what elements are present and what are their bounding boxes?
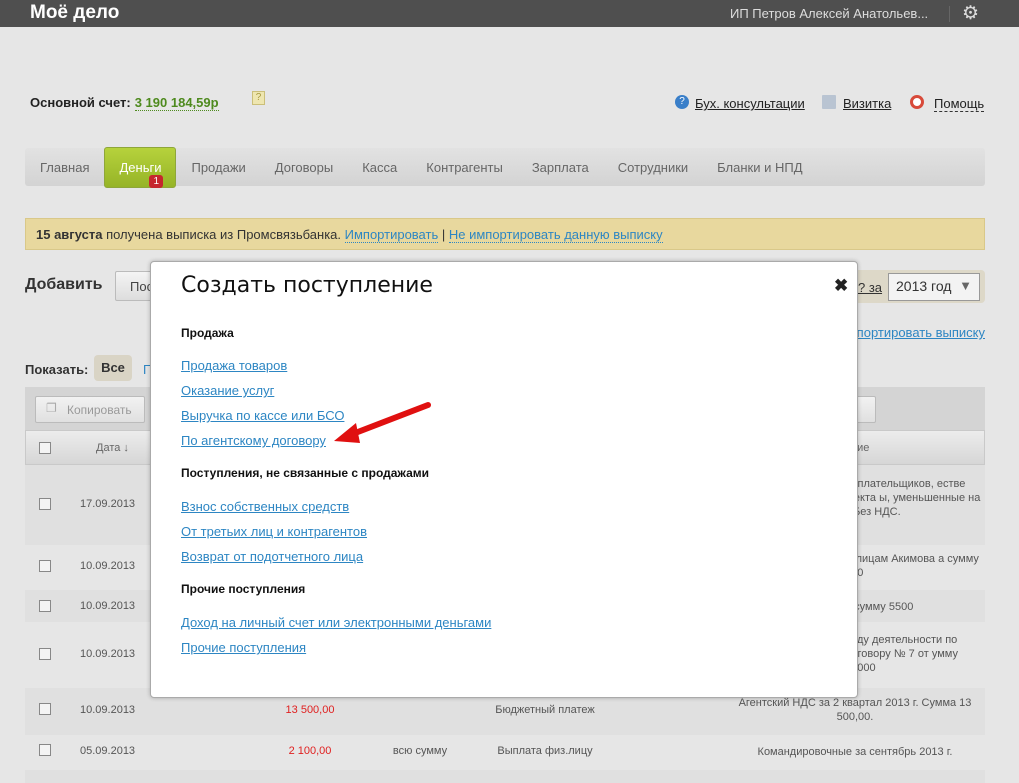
separator: | [438, 227, 449, 242]
link-accountable-return[interactable]: Возврат от подотчетного лица [181, 549, 363, 564]
row-description: Командировочные за сентябрь 2013 г. [757, 746, 953, 758]
copy-label: Копировать [67, 403, 132, 417]
row-description: а сумму 5500 [845, 601, 914, 613]
card-link[interactable]: Визитка [843, 96, 891, 111]
add-label: Добавить [25, 276, 103, 293]
gear-icon[interactable]: ⚙ [962, 2, 979, 25]
link-other-income[interactable]: Прочие поступления [181, 640, 306, 655]
consult-link[interactable]: Бух. консультации [695, 96, 805, 111]
link-third-parties[interactable]: От третьих лиц и контрагентов [181, 524, 367, 539]
section-other: Прочие поступления [181, 582, 306, 596]
row-sum: 2 100,00 [288, 745, 332, 757]
row-part: всю сумму [392, 745, 448, 757]
help-icon[interactable]: ? [252, 91, 265, 105]
row-checkbox[interactable] [39, 648, 51, 660]
tab-employees[interactable]: Сотрудники [618, 160, 688, 175]
year-select[interactable]: 2013 год ▼ [888, 273, 980, 301]
row-description: Агентский НДС за 2 квартал 2013 г. Сумма… [738, 697, 972, 723]
skip-import-link[interactable]: Не импортировать данную выписку [448, 227, 663, 243]
dialog-title: Создать поступление [181, 273, 433, 298]
row-checkbox[interactable] [39, 560, 51, 572]
statement-notice: 15 августа получена выписка из Промсвязь… [25, 218, 985, 250]
account-balance: Основной счет: 3 190 184,59р [30, 95, 219, 111]
col-date[interactable]: Дата ↓ [96, 442, 129, 454]
tab-main[interactable]: Главная [40, 160, 89, 175]
select-all-checkbox[interactable] [39, 442, 51, 454]
notice-text: получена выписка из Промсвязьбанка. [102, 227, 345, 242]
section-sales: Продажа [181, 326, 234, 340]
account-label: Основной счет: [30, 95, 131, 110]
row-description: виду деятельности по договору № 7 от умм… [845, 634, 958, 674]
row-date: 05.09.2013 [80, 745, 136, 757]
tab-label: Деньги [119, 159, 162, 175]
row-checkbox[interactable] [39, 498, 51, 510]
logo[interactable]: Моё дело [30, 2, 119, 24]
close-icon[interactable]: ✖ [834, 276, 848, 296]
tab-counterparties[interactable]: Контрагенты [426, 160, 503, 175]
link-services[interactable]: Оказание услуг [181, 383, 274, 398]
link-goods-sale[interactable]: Продажа товаров [181, 358, 287, 373]
red-arrow-annotation [334, 402, 431, 443]
row-checkbox[interactable] [39, 744, 51, 756]
help-link[interactable]: Помощь [934, 96, 985, 112]
copy-icon: ❐ [46, 401, 57, 415]
tab-contracts[interactable]: Договоры [275, 160, 333, 175]
row-type: Бюджетный платеж [495, 704, 595, 716]
account-value[interactable]: 3 190 184,59р [134, 95, 219, 111]
tab-money[interactable]: Деньги 1 [104, 146, 177, 188]
import-link[interactable]: Импортировать [344, 227, 439, 243]
lifebuoy-icon [910, 95, 924, 109]
table-row[interactable]: 05.09.2013 2 100,00 всю сумму Выплата физ.л… [25, 735, 985, 770]
tab-forms[interactable]: Бланки и НПД [717, 160, 802, 175]
row-type: Выплата физ.лицу [497, 745, 593, 757]
row-checkbox[interactable] [39, 703, 51, 715]
copy-button[interactable]: ❐ Копировать [35, 396, 145, 423]
notification-badge: 1 [149, 174, 164, 188]
tab-cash[interactable]: Касса [362, 160, 397, 175]
row-sum: 13 500,00 [285, 704, 335, 716]
section-non-sales: Поступления, не связанные с продажами [181, 466, 430, 480]
tab-sales[interactable]: Продажи [191, 160, 245, 175]
row-checkbox[interactable] [39, 600, 51, 612]
import-statement-link[interactable]: Импортировать выписку [850, 325, 985, 340]
link-personal-account[interactable]: Доход на личный счет или электронными де… [181, 615, 491, 630]
period-link[interactable]: ? за [858, 280, 882, 295]
row-date: 10.09.2013 [80, 704, 136, 716]
card-icon [822, 95, 836, 109]
user-menu[interactable]: ИП Петров Алексей Анатольев... [730, 6, 928, 21]
show-label: Показать: [25, 362, 89, 377]
row-description: м лицам Акимова а сумму 500 [845, 553, 979, 579]
question-icon: ? [675, 95, 689, 109]
year-value: 2013 год [896, 278, 952, 294]
main-nav: Главная Деньги 1 Продажи Договоры Касса К… [25, 146, 985, 188]
link-own-funds[interactable]: Взнос собственных средств [181, 499, 349, 514]
divider [949, 6, 950, 22]
link-agency-contract[interactable]: По агентскому договору [181, 433, 326, 448]
tab-salary[interactable]: Зарплата [532, 160, 589, 175]
chevron-down-icon: ▼ [959, 278, 972, 293]
create-income-dialog: Создать поступление ✖ Продажа Продажа то… [150, 261, 858, 698]
notice-date: 15 августа [36, 227, 103, 242]
filter-all[interactable]: Все [94, 355, 132, 381]
